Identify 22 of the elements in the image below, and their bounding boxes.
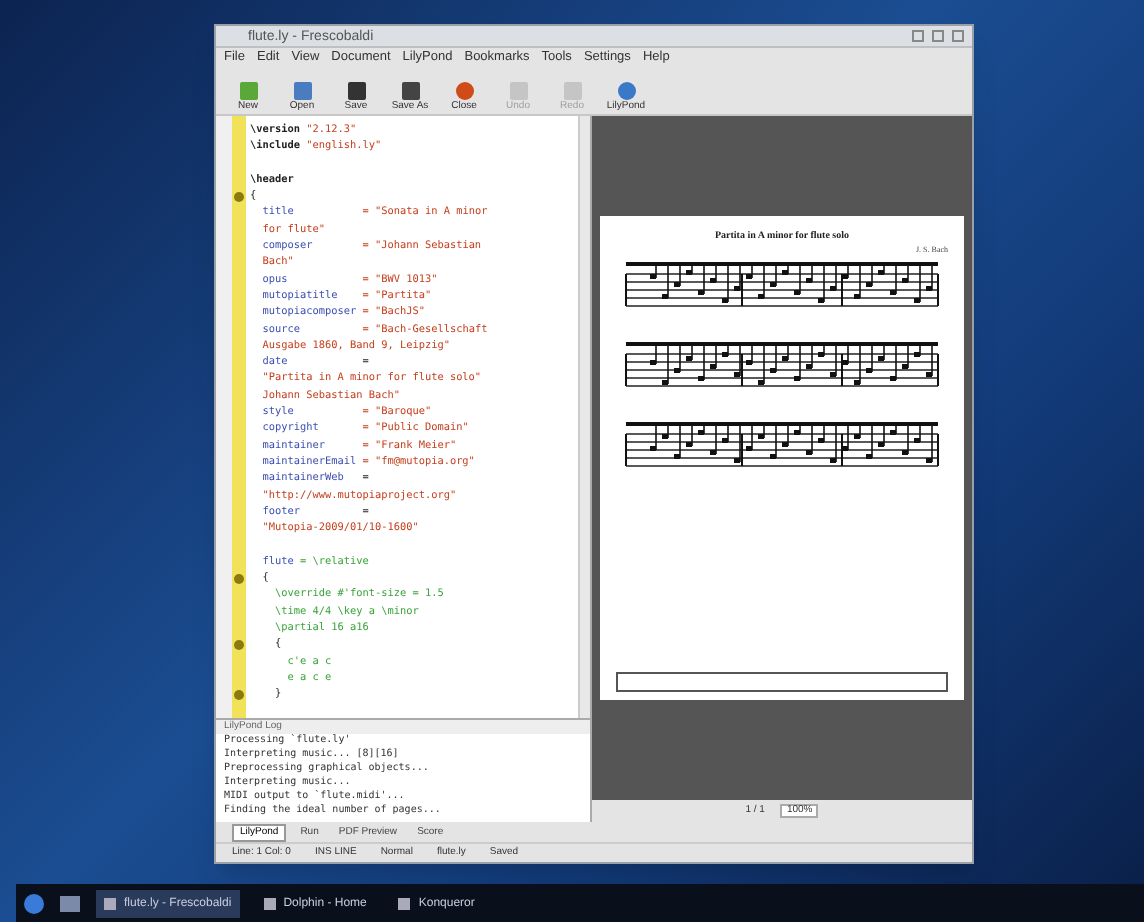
- toolbar-icon: [347, 82, 365, 100]
- minimize-icon[interactable]: [912, 30, 924, 42]
- scrollbar[interactable]: [578, 116, 590, 718]
- window-icon: [104, 897, 116, 909]
- start-menu-icon[interactable]: [24, 893, 44, 913]
- code-editor[interactable]: [216, 116, 590, 718]
- fold-marker-icon[interactable]: [234, 191, 244, 202]
- toolbar-icon: [563, 82, 581, 100]
- fold-marker-icon[interactable]: [234, 573, 244, 584]
- close-icon[interactable]: [952, 30, 964, 42]
- fold-marker-icon[interactable]: [234, 689, 244, 700]
- toolbar-icon: [455, 82, 473, 100]
- toolbar-icon: [617, 82, 635, 100]
- toolbar-icon: [401, 82, 419, 100]
- window-icon: [398, 897, 411, 909]
- window-icon: [263, 897, 276, 909]
- maximize-icon[interactable]: [932, 30, 944, 42]
- desktop-icon[interactable]: [60, 895, 80, 911]
- toolbar-icon: [509, 82, 527, 100]
- toolbar-icon: [239, 82, 257, 100]
- toolbar-icon: [293, 82, 311, 100]
- fold-marker-icon[interactable]: [234, 639, 244, 650]
